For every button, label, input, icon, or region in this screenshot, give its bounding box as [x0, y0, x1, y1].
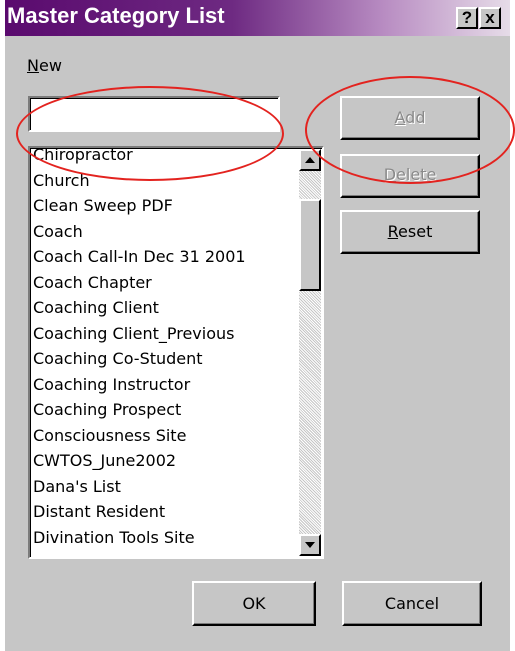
reset-button[interactable]: Reset	[340, 210, 480, 254]
category-list[interactable]: Chiropractor Church Clean Sweep PDF Coach Co…	[28, 146, 324, 559]
category-item[interactable]: Distant Resident	[33, 499, 295, 525]
category-item[interactable]: Coaching Co-Student	[33, 346, 295, 372]
category-item[interactable]: Coach Call-In Dec 31 2001	[33, 244, 295, 270]
dialog-title: Master Category List	[7, 3, 225, 28]
new-label: New	[27, 56, 62, 75]
category-item[interactable]: Church	[33, 168, 295, 194]
scroll-thumb[interactable]	[299, 199, 321, 291]
arrow-down-icon	[305, 542, 315, 548]
delete-mnemonic: D	[383, 165, 397, 184]
category-item[interactable]: Clean Sweep PDF	[33, 193, 295, 219]
category-item[interactable]: CWTOS_June2002	[33, 448, 295, 474]
add-button[interactable]: Add	[340, 96, 480, 140]
category-item[interactable]: Dana's List	[33, 474, 295, 500]
category-item[interactable]: Coaching Client_Previous	[33, 321, 295, 347]
arrow-up-icon	[305, 157, 315, 163]
delete-button[interactable]: Delete	[340, 154, 480, 198]
add-mnemonic: A	[394, 108, 406, 127]
category-item[interactable]: Chiropractor	[33, 148, 295, 168]
ok-button[interactable]: OK	[192, 581, 316, 626]
vertical-scrollbar[interactable]	[299, 149, 321, 556]
category-item[interactable]: Divination Tools Site	[33, 525, 295, 551]
delete-rest: elete	[396, 165, 437, 184]
category-item[interactable]: Coaching Prospect	[33, 397, 295, 423]
title-bar: Master Category List ? x	[5, 0, 510, 36]
category-item[interactable]: Coach Chapter	[33, 270, 295, 296]
category-item[interactable]: Consciousness Site	[33, 423, 295, 449]
category-item[interactable]: Coaching Client	[33, 295, 295, 321]
new-label-mnemonic: N	[27, 56, 39, 75]
reset-mnemonic: R	[387, 222, 399, 241]
master-category-list-dialog: Master Category List ? x New Add Delete …	[5, 0, 510, 651]
new-label-rest: ew	[38, 56, 62, 75]
close-button[interactable]: x	[479, 7, 501, 29]
new-category-input[interactable]	[28, 96, 280, 132]
reset-rest: eset	[398, 222, 433, 241]
category-item[interactable]: Coaching Instructor	[33, 372, 295, 398]
category-item[interactable]: Coach	[33, 219, 295, 245]
cancel-button[interactable]: Cancel	[342, 581, 482, 626]
add-rest: dd	[405, 108, 426, 127]
category-items: Chiropractor Church Clean Sweep PDF Coach Co…	[33, 148, 295, 551]
scroll-up-button[interactable]	[299, 149, 321, 171]
scroll-down-button[interactable]	[299, 534, 321, 556]
help-button[interactable]: ?	[456, 7, 478, 29]
